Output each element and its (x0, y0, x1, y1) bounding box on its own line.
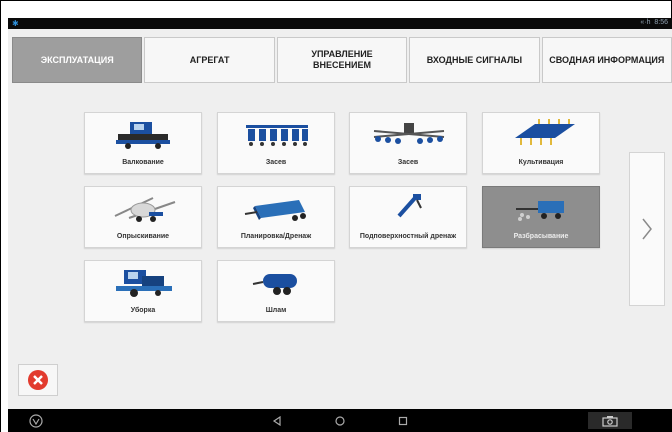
operation-label: Планировка/Дренаж (240, 233, 312, 240)
tab-implement[interactable]: АГРЕГАТ (144, 37, 275, 83)
operation-tile-windrowing[interactable]: Валкование (84, 112, 202, 174)
camera-icon (602, 415, 618, 427)
close-icon (28, 370, 48, 390)
operation-tile-spraying[interactable]: Опрыскивание (84, 186, 202, 248)
next-page-button[interactable] (629, 152, 665, 306)
screenshot-button[interactable] (588, 412, 632, 429)
clock: 8:56 (654, 19, 668, 26)
tab-bar: ЭКСПЛУАТАЦИЯ АГРЕГАТ УПРАВЛЕНИЕ ВНЕСЕНИЕ… (8, 37, 672, 83)
sprayer-icon (85, 191, 203, 225)
land-leveler-icon (218, 191, 336, 225)
tab-label: СВОДНАЯ ИНФОРМАЦИЯ (549, 54, 665, 65)
operation-label: Шлам (265, 307, 287, 314)
tab-rate-control[interactable]: УПРАВЛЕНИЕ ВНЕСЕНИЕМ (276, 37, 408, 83)
tab-label: АГРЕГАТ (189, 54, 230, 65)
operation-label: Валкование (122, 159, 164, 166)
operation-label: Разбрасывание (513, 233, 569, 240)
operation-label: Уборка (130, 307, 156, 314)
windrower-icon (85, 117, 203, 151)
status-bar: ✱ «·h 8:56 (8, 18, 672, 29)
signal-indicator: «·h (640, 19, 651, 26)
tab-operation[interactable]: ЭКСПЛУАТАЦИЯ (12, 37, 143, 83)
slurry-tank-icon (218, 265, 336, 299)
operation-tile-spreading[interactable]: Разбрасывание (482, 186, 600, 248)
tile-plow-icon (350, 189, 468, 223)
recents-icon[interactable] (396, 413, 410, 428)
operation-tile-planting[interactable]: Засев (217, 112, 335, 174)
spreader-icon (483, 191, 601, 225)
close-button[interactable] (18, 364, 58, 396)
air-seeder-icon (350, 117, 468, 151)
app-notification-icon: ✱ (12, 19, 19, 28)
tab-label: ВХОДНЫЕ СИГНАЛЫ (426, 54, 523, 65)
operation-tile-tile-drainage[interactable]: Подповерхностный дренаж (349, 186, 467, 248)
status-right: «·h 8:56 (640, 19, 668, 26)
operation-tile-cultivation[interactable]: Культивация (482, 112, 600, 174)
vendor-logo-icon[interactable] (28, 413, 44, 428)
chevron-right-icon (642, 218, 652, 240)
operation-label: Опрыскивание (116, 233, 170, 240)
operation-tile-slurry[interactable]: Шлам (217, 260, 335, 322)
planter-icon (218, 117, 336, 151)
tab-summary[interactable]: СВОДНАЯ ИНФОРМАЦИЯ (541, 37, 672, 83)
android-nav-bar (8, 409, 672, 432)
combine-icon (85, 265, 203, 299)
tab-input-signals[interactable]: ВХОДНЫЕ СИГНАЛЫ (409, 37, 540, 83)
operation-tile-seeding[interactable]: Засев (349, 112, 467, 174)
operation-label: Культивация (518, 159, 564, 166)
operation-label: Подповерхностный дренаж (359, 233, 457, 240)
tab-label: УПРАВЛЕНИЕ ВНЕСЕНИЕМ (311, 49, 373, 70)
main-screen: ЭКСПЛУАТАЦИЯ АГРЕГАТ УПРАВЛЕНИЕ ВНЕСЕНИЕ… (8, 29, 672, 409)
home-icon[interactable] (333, 413, 347, 428)
tab-label: ЭКСПЛУАТАЦИЯ (40, 54, 114, 65)
operation-label: Засев (265, 159, 287, 166)
operation-tile-land-leveling[interactable]: Планировка/Дренаж (217, 186, 335, 248)
cultivator-icon (483, 117, 601, 151)
back-icon[interactable] (270, 413, 284, 428)
operation-tile-harvest[interactable]: Уборка (84, 260, 202, 322)
operation-label: Засев (397, 159, 419, 166)
